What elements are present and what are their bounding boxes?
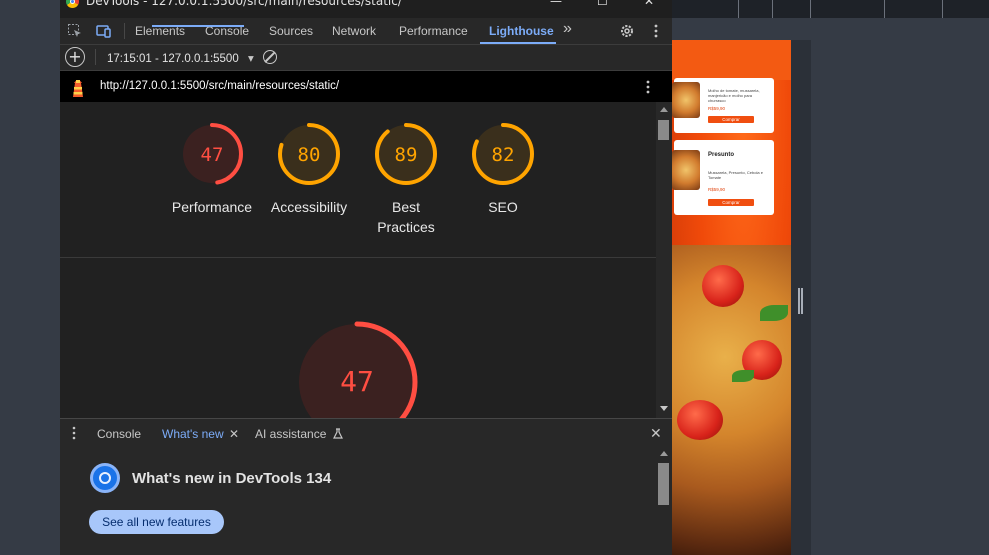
gauge-label: Performance — [162, 197, 262, 217]
tomato-slice — [702, 265, 744, 307]
gauge-label: SEO — [453, 197, 553, 217]
drawer-tab-console[interactable]: Console — [97, 427, 141, 441]
taskbar-divider — [772, 0, 773, 18]
product-price: R$59,90 — [708, 187, 726, 192]
gauge-score: 89 — [395, 144, 418, 166]
taskbar-divider — [738, 0, 739, 18]
gauge-label-line: Performance — [171, 199, 253, 215]
chrome-devtools-logo-icon — [90, 463, 120, 493]
drawer-tab-label: AI assistance — [255, 427, 327, 441]
basil-leaf — [760, 305, 788, 321]
tab-performance[interactable]: Performance — [399, 24, 468, 38]
main-tab-bar: Elements Console Sources Network Perform… — [60, 18, 672, 45]
active-drawer-tab-indicator — [152, 25, 244, 27]
gauge-label: Best Practices — [356, 197, 456, 237]
close-drawer-icon[interactable]: ✕ — [650, 425, 662, 442]
gauge-score: 80 — [298, 144, 321, 166]
taskbar-divider — [884, 0, 885, 18]
preview-header — [672, 40, 791, 80]
lighthouse-logo-icon — [73, 80, 83, 97]
drawer-menu-kebab-icon[interactable] — [70, 425, 78, 441]
minimize-button[interactable]: — — [550, 0, 562, 8]
score-gauge: 89 — [375, 123, 437, 185]
tab-sources[interactable]: Sources — [269, 24, 313, 38]
score-gauge: 47 — [181, 123, 243, 185]
product-price: R$59,90 — [708, 106, 726, 111]
gauge-score: 47 — [340, 365, 374, 398]
close-window-button[interactable]: ✕ — [644, 0, 654, 8]
whats-new-panel: What's new in DevTools 134 See all new f… — [60, 446, 656, 555]
gauge-score: 47 — [201, 144, 224, 166]
maximize-button[interactable]: ☐ — [597, 0, 608, 8]
lighthouse-report: 47 Performance 80 Accessibility 89 Best Practi… — [60, 102, 656, 418]
window-title: DevTools - 127.0.0.1:5500/src/main/resou… — [86, 0, 402, 8]
tomato-slice — [677, 400, 723, 440]
product-card: Molho de tomate, mussarela, manjericão e… — [672, 78, 774, 133]
performance-score-gauge-large[interactable]: 47 — [296, 321, 418, 418]
desktop-top-strip — [672, 0, 989, 18]
page-preview: Molho de tomate, mussarela, manjericão e… — [672, 40, 791, 555]
tab-network[interactable]: Network — [332, 24, 376, 38]
clear-reports-icon[interactable] — [263, 50, 277, 64]
tab-close-icon[interactable]: ✕ — [229, 427, 239, 441]
buy-button[interactable]: Comprar — [708, 199, 754, 206]
toolbar-divider — [124, 23, 125, 39]
report-selector-label: 17:15:01 - 127.0.0.1:5500 — [107, 53, 239, 65]
title-bar: DevTools - 127.0.0.1:5500/src/main/resou… — [60, 0, 672, 18]
buy-button[interactable]: Comprar — [708, 116, 754, 123]
gauge-score: 82 — [492, 144, 515, 166]
score-gauge: 82 — [472, 123, 534, 185]
flask-icon — [332, 428, 343, 439]
see-all-features-button[interactable]: See all new features — [89, 510, 224, 534]
gauge-label-line: Practices — [377, 219, 435, 235]
drawer-tab-whats-new[interactable]: What's new ✕ — [162, 427, 239, 441]
basil-leaf — [732, 370, 754, 382]
whats-new-heading: What's new in DevTools 134 — [132, 470, 332, 487]
lighthouse-toolbar: + 17:15:01 - 127.0.0.1:5500 ▾ — [60, 45, 672, 71]
resize-handle[interactable] — [798, 288, 803, 314]
gauge-label-line: Best — [391, 199, 420, 215]
new-report-plus-icon[interactable]: + — [65, 47, 85, 67]
drawer-tab-label: What's new — [162, 427, 224, 441]
product-image — [672, 150, 700, 190]
more-tabs-chevron-icon[interactable]: » — [563, 20, 572, 38]
product-card: Presunto Mussarela, Presunto, Cebola e T… — [672, 140, 774, 215]
active-tab-indicator — [480, 42, 556, 44]
gauge-label-line: Accessibility — [270, 199, 348, 215]
drawer-tab-ai-assistance[interactable]: AI assistance — [255, 427, 343, 441]
gauge-label-line: SEO — [488, 199, 518, 215]
chevron-down-icon: ▾ — [247, 53, 254, 65]
scroll-down-arrow-icon[interactable] — [660, 406, 668, 411]
product-description: Molho de tomate, mussarela, manjericão e… — [708, 88, 760, 103]
report-selector[interactable]: 17:15:01 - 127.0.0.1:5500 ▾ — [107, 51, 254, 65]
scrollbar-thumb[interactable] — [658, 120, 669, 140]
scroll-up-arrow-icon[interactable] — [660, 451, 668, 456]
inspect-element-icon[interactable] — [67, 23, 83, 39]
report-url[interactable]: http://127.0.0.1:5500/src/main/resources… — [100, 80, 339, 92]
drawer-scrollbar[interactable] — [656, 446, 672, 555]
chrome-icon — [66, 0, 79, 8]
product-image — [672, 82, 700, 118]
section-divider — [60, 257, 656, 258]
toolbar-divider — [95, 49, 96, 65]
device-toolbar-icon[interactable] — [96, 23, 112, 39]
scrollbar-thumb[interactable] — [658, 463, 669, 505]
report-scrollbar[interactable] — [656, 102, 672, 418]
devtools-window: DevTools - 127.0.0.1:5500/src/main/resou… — [60, 0, 672, 555]
product-name: Presunto — [708, 152, 735, 158]
tab-lighthouse[interactable]: Lighthouse — [489, 24, 554, 38]
scroll-up-arrow-icon[interactable] — [660, 107, 668, 112]
product-description: Mussarela, Presunto, Cebola e Tomate — [708, 170, 763, 180]
settings-gear-icon[interactable] — [619, 23, 635, 39]
taskbar-divider — [810, 0, 811, 18]
drawer-tab-bar: Console What's new ✕ AI assistance ✕ — [60, 418, 672, 447]
gauge-label: Accessibility — [259, 197, 359, 217]
more-options-kebab-icon[interactable] — [648, 23, 664, 39]
report-url-bar: http://127.0.0.1:5500/src/main/resources… — [60, 71, 672, 102]
taskbar-divider — [942, 0, 943, 18]
score-gauge: 80 — [278, 123, 340, 185]
report-menu-kebab-icon[interactable] — [644, 79, 652, 95]
